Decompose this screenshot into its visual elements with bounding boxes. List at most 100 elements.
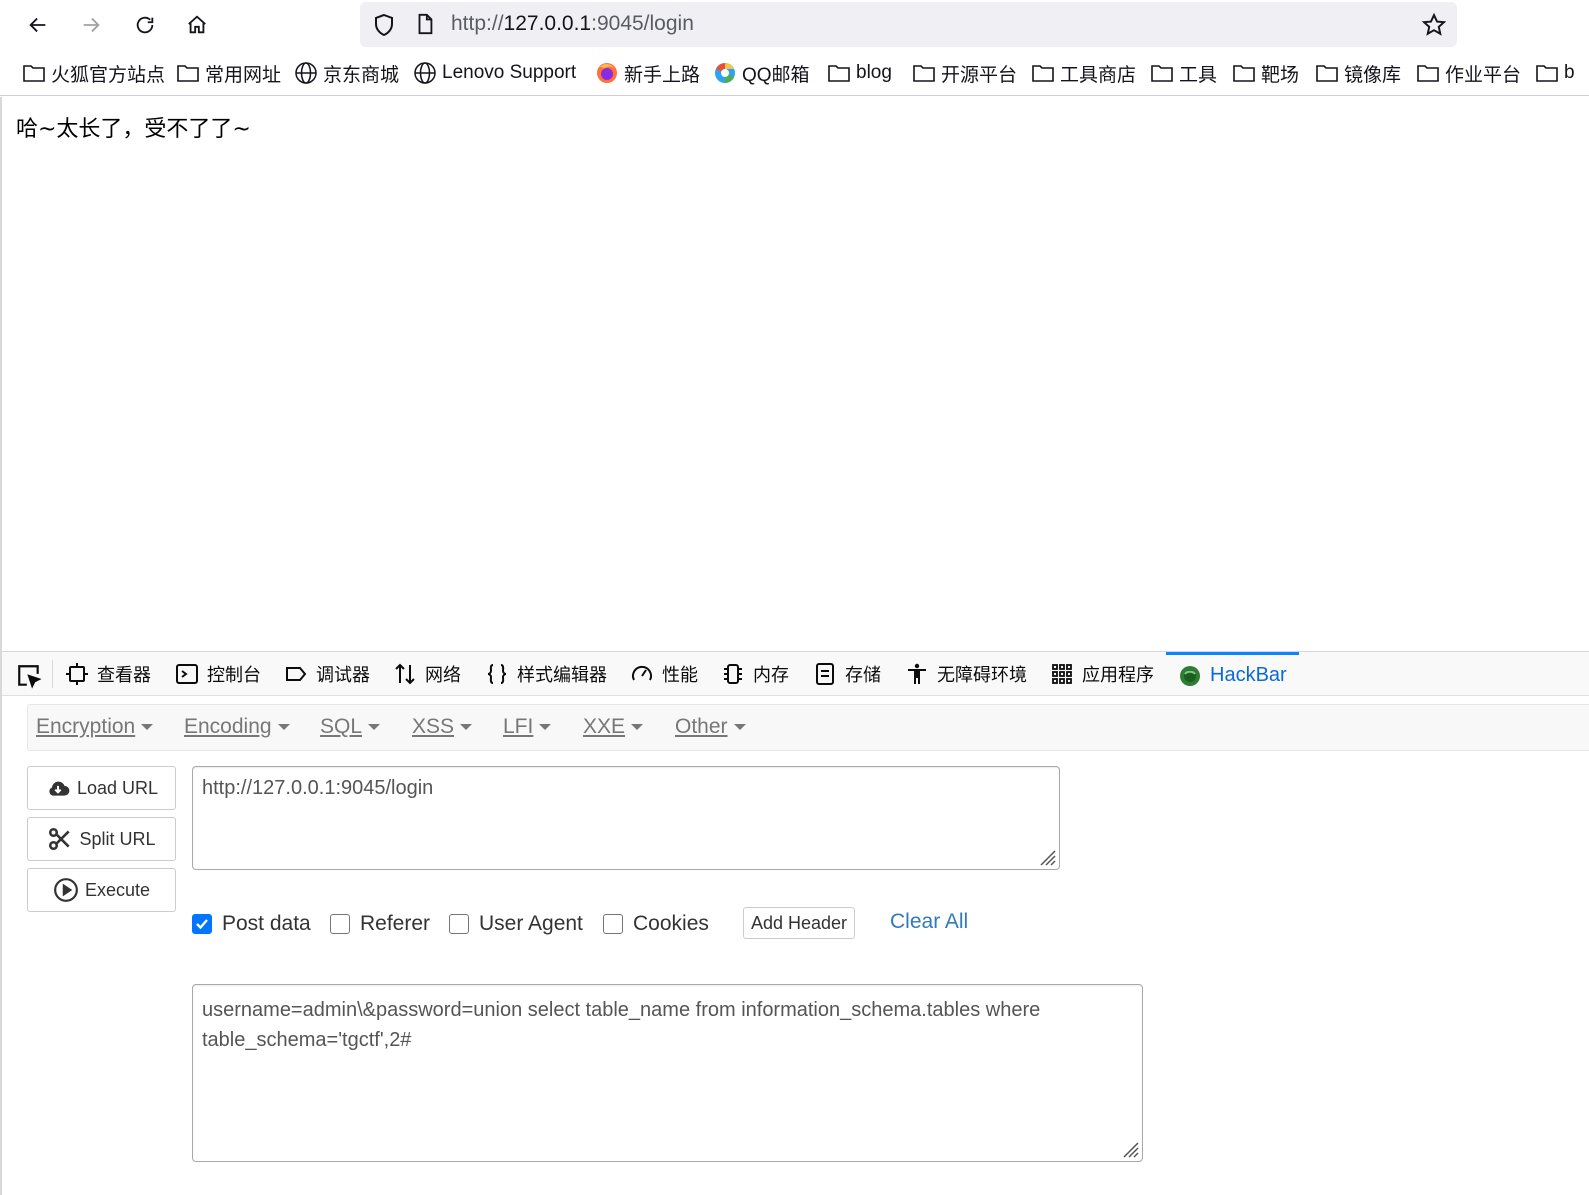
checkbox-label: User Agent [479, 912, 583, 935]
menu-label: SQL [320, 715, 363, 738]
bookmarks-toolbar: 火狐官方站点 常用网址 京东商城 Lenovo Support 新手上路 QQ邮… [0, 50, 1589, 96]
url-path: :9045/login [591, 12, 694, 35]
tab-label: 内存 [753, 665, 789, 686]
bookmark-label: 火狐官方站点 [51, 64, 166, 86]
globe-icon [414, 62, 436, 84]
forward-button[interactable] [73, 7, 109, 43]
bookmark-item[interactable]: b [1535, 59, 1575, 87]
bookmark-label: 靶场 [1261, 64, 1300, 86]
scissors-icon [49, 827, 71, 851]
url-textarea[interactable]: http://127.0.0.1:9045/login [192, 766, 1060, 870]
split-url-button[interactable]: Split URL [27, 817, 176, 861]
add-header-button[interactable]: Add Header [743, 907, 855, 939]
tab-memory[interactable]: 内存 [721, 652, 789, 696]
post-data-textarea[interactable]: username=admin\&password=union select ta… [192, 984, 1143, 1162]
referer-checkbox[interactable]: Referer [330, 912, 430, 936]
folder-icon [1316, 65, 1338, 82]
post-data-checkbox[interactable]: Post data [192, 912, 311, 936]
tab-inspector[interactable]: 查看器 [65, 652, 151, 696]
tab-storage[interactable]: 存储 [813, 652, 881, 696]
home-button[interactable] [179, 7, 215, 43]
cookies-checkbox[interactable]: Cookies [603, 912, 709, 936]
bookmark-item[interactable]: Lenovo Support [413, 59, 576, 87]
bookmark-item[interactable]: 作业平台 [1416, 59, 1521, 87]
menu-sql[interactable]: SQL [320, 715, 381, 739]
tab-console[interactable]: 控制台 [175, 652, 261, 696]
caret-down-icon [460, 724, 473, 731]
folder-icon [913, 65, 935, 82]
menu-xxe[interactable]: XXE [583, 715, 644, 739]
arrow-left-icon [29, 17, 46, 33]
checkbox-unchecked-icon[interactable] [603, 914, 623, 934]
tab-network[interactable]: 网络 [393, 652, 461, 696]
tab-style-editor[interactable]: 样式编辑器 [485, 652, 607, 696]
bookmark-item[interactable]: 常用网址 [176, 59, 281, 87]
arrow-right-icon [83, 17, 100, 33]
url-text[interactable]: http://127.0.0.1:9045/login [451, 12, 694, 36]
bookmark-item[interactable]: 开源平台 [912, 59, 1017, 87]
bookmark-item[interactable]: 新手上路 [595, 59, 700, 87]
tab-debugger[interactable]: 调试器 [284, 652, 370, 696]
post-data-value: username=admin\&password=union select ta… [202, 999, 1041, 1051]
tab-hackbar[interactable]: HackBar [1166, 652, 1299, 696]
clear-all-link[interactable]: Clear All [890, 910, 968, 934]
button-label: Execute [84, 879, 151, 900]
bookmark-star-icon[interactable] [1421, 12, 1447, 38]
address-bar[interactable]: http://127.0.0.1:9045/login [360, 2, 1457, 47]
resize-grip-icon[interactable] [1035, 845, 1057, 867]
bookmark-label: b [1564, 62, 1575, 83]
reload-button[interactable] [127, 7, 163, 43]
user-agent-checkbox[interactable]: User Agent [449, 912, 583, 936]
bookmark-item[interactable]: 京东商城 [294, 59, 399, 87]
element-picker-icon[interactable] [16, 663, 42, 689]
tracking-protection-shield-icon[interactable] [372, 13, 396, 37]
checkbox-unchecked-icon[interactable] [330, 914, 350, 934]
qq-mail-icon [715, 63, 735, 83]
checkbox-unchecked-icon[interactable] [449, 914, 469, 934]
checkbox-checked-icon[interactable] [192, 914, 212, 934]
tab-application[interactable]: 应用程序 [1050, 652, 1154, 696]
load-url-button[interactable]: Load URL [27, 766, 176, 810]
bookmark-label: 镜像库 [1344, 64, 1402, 86]
tab-accessibility[interactable]: 无障碍环境 [905, 652, 1027, 696]
bookmark-item[interactable]: 靶场 [1232, 59, 1299, 87]
tab-label: 无障碍环境 [937, 665, 1027, 686]
devtools-panel: 查看器 控制台 调试器 网络 样式编辑器 性能 内存 存储 无障碍环境 应用程序… [0, 651, 1589, 1195]
page-content: 哈~太长了，受不了了~ [0, 97, 1589, 651]
caret-down-icon [733, 724, 746, 731]
execute-button[interactable]: Execute [27, 868, 176, 912]
folder-icon [828, 65, 850, 82]
folder-icon [1233, 65, 1255, 82]
bookmark-item[interactable]: 工具 [1150, 59, 1217, 87]
menu-xss[interactable]: XSS [412, 715, 473, 739]
folder-icon [177, 65, 199, 82]
bookmark-item[interactable]: 工具商店 [1031, 59, 1136, 87]
bookmark-label: Lenovo Support [442, 62, 577, 83]
url-host: 127.0.0.1 [503, 12, 592, 35]
storage-icon [816, 663, 834, 685]
bookmark-label: 工具商店 [1060, 64, 1137, 86]
tab-performance[interactable]: 性能 [630, 652, 698, 696]
tab-label: 查看器 [97, 665, 151, 686]
browser-window: http://127.0.0.1:9045/login 火狐官方站点 常用网址 … [0, 0, 1589, 1195]
hackbar-menu: Encryption Encoding SQL XSS LFI XXE Othe… [27, 704, 1589, 751]
network-icon [395, 663, 415, 685]
page-info-icon[interactable] [414, 13, 436, 35]
resize-grip-icon[interactable] [1118, 1137, 1140, 1159]
bookmark-item[interactable]: QQ邮箱 [713, 59, 810, 87]
menu-label: XSS [412, 715, 455, 738]
menu-lfi[interactable]: LFI [503, 715, 552, 739]
menu-encoding[interactable]: Encoding [184, 715, 290, 739]
menu-other[interactable]: Other [675, 715, 746, 739]
globe-icon [295, 62, 317, 84]
menu-encryption[interactable]: Encryption [36, 715, 154, 739]
back-button[interactable] [20, 7, 56, 43]
console-icon [176, 664, 198, 684]
checkbox-label: Referer [360, 912, 431, 935]
bookmark-item[interactable]: 镜像库 [1315, 59, 1401, 87]
bookmark-item[interactable]: blog [827, 59, 892, 87]
bookmark-item[interactable]: 火狐官方站点 [22, 59, 165, 87]
bookmark-label: 京东商城 [323, 64, 400, 86]
checkbox-label: Cookies [633, 912, 709, 935]
menu-label: Other [675, 715, 728, 738]
